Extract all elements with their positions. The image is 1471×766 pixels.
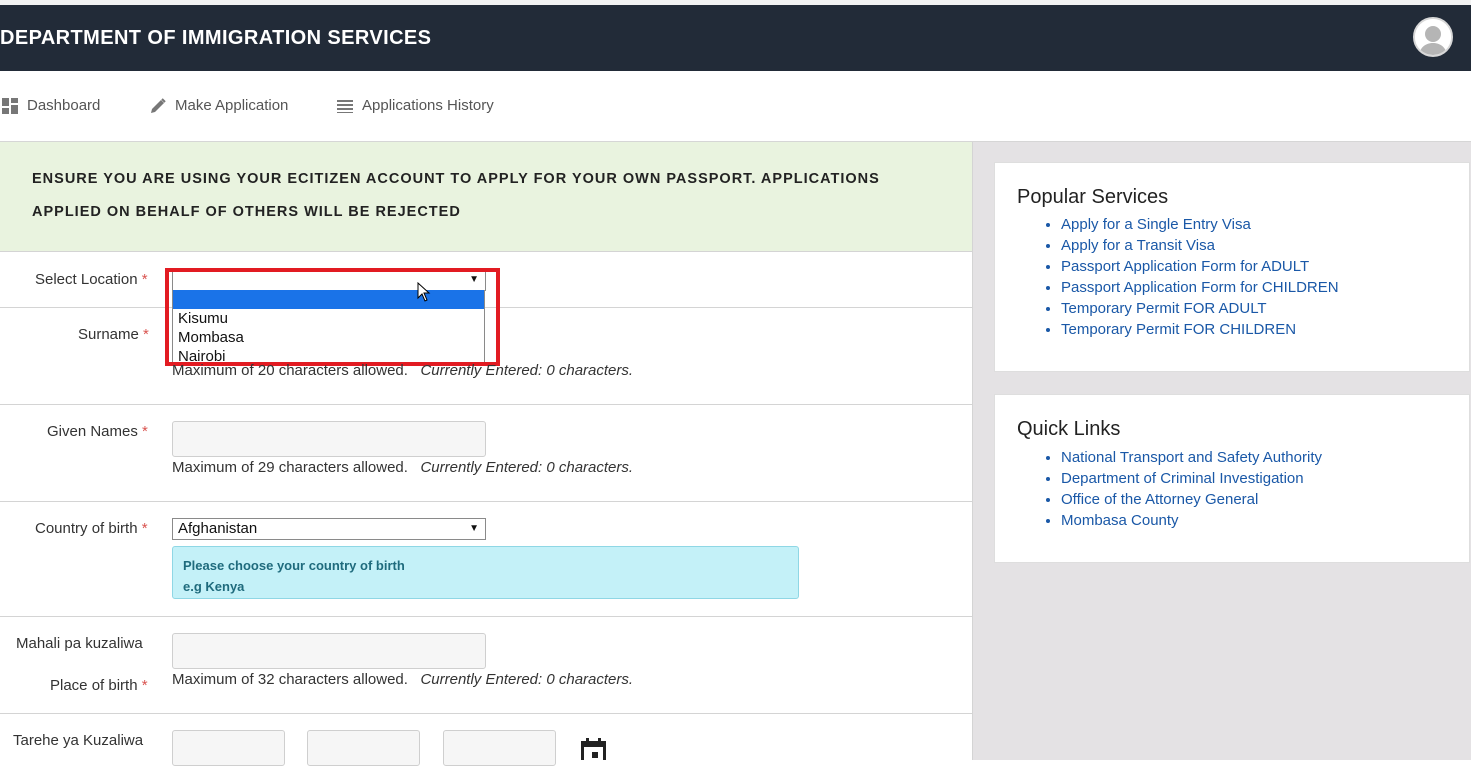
nav-label-dashboard: Dashboard: [27, 97, 101, 114]
notice-line-2: APPLIED ON BEHALF OF OTHERS WILL BE REJE…: [32, 204, 461, 220]
place-of-birth-hint-current-value: 0 characters.: [546, 671, 634, 688]
given-names-label-text: Given Names: [47, 423, 138, 440]
row-divider: [0, 616, 972, 617]
calendar-icon[interactable]: [580, 738, 607, 760]
quick-link-attorney-general[interactable]: Office of the Attorney General: [1061, 491, 1258, 508]
place-of-birth-hint-current-label: Currently Entered:: [420, 671, 543, 688]
place-of-birth-swahili-label: Mahali pa kuzaliwa: [16, 635, 143, 652]
surname-hint-current-label: Currently Entered:: [420, 362, 543, 379]
service-link-passport-children[interactable]: Passport Application Form for CHILDREN: [1061, 279, 1339, 296]
help-text-line-1: Please choose your country of birth: [183, 558, 405, 573]
service-link-single-entry-visa[interactable]: Apply for a Single Entry Visa: [1061, 216, 1251, 233]
popular-services-panel: Popular Services Apply for a Single Entr…: [994, 162, 1470, 372]
list-item: Department of Criminal Investigation: [1061, 468, 1322, 489]
main-navigation: Dashboard Make Application Applications …: [0, 71, 1471, 142]
surname-hint-max: Maximum of 20 characters allowed.: [172, 362, 408, 379]
list-item: Temporary Permit FOR CHILDREN: [1061, 319, 1339, 340]
quick-links-panel: Quick Links National Transport and Safet…: [994, 394, 1470, 563]
highlight-annotation-box: [165, 268, 500, 366]
list-item: National Transport and Safety Authority: [1061, 447, 1322, 468]
country-of-birth-value: Afghanistan: [178, 520, 258, 537]
given-names-hint-current-value: 0 characters.: [546, 459, 634, 476]
list-item: Apply for a Single Entry Visa: [1061, 214, 1339, 235]
dropdown-arrow-icon: ▼: [469, 523, 479, 534]
dashboard-icon: [2, 97, 18, 114]
quick-link-dci[interactable]: Department of Criminal Investigation: [1061, 470, 1304, 487]
place-of-birth-hint: Maximum of 32 characters allowed. Curren…: [172, 671, 633, 688]
list-item: Mombasa County: [1061, 510, 1322, 531]
required-mark: *: [143, 326, 149, 343]
required-mark: *: [141, 677, 148, 694]
nav-label-applications-history: Applications History: [362, 97, 494, 114]
notice-line-1: ENSURE YOU ARE USING YOUR ECITIZEN ACCOU…: [32, 171, 880, 187]
list-item: Office of the Attorney General: [1061, 489, 1322, 510]
top-header-bar: DEPARTMENT OF IMMIGRATION SERVICES: [0, 0, 1471, 71]
app-title: DEPARTMENT OF IMMIGRATION SERVICES: [0, 27, 432, 49]
row-divider: [0, 404, 972, 405]
help-text-line-2: e.g Kenya: [183, 579, 245, 594]
row-divider: [0, 501, 972, 502]
nav-item-applications-history[interactable]: Applications History: [337, 97, 494, 114]
user-avatar[interactable]: [1413, 17, 1453, 57]
mouse-cursor-icon: [417, 282, 431, 302]
quick-links-title: Quick Links: [1017, 418, 1121, 440]
list-icon: [337, 99, 353, 113]
service-link-temporary-permit-children[interactable]: Temporary Permit FOR CHILDREN: [1061, 321, 1296, 338]
birth-day-input[interactable]: [172, 730, 285, 766]
nav-item-make-application[interactable]: Make Application: [150, 97, 288, 114]
select-location-label: Select Location *: [35, 271, 148, 288]
nav-label-make-application: Make Application: [175, 97, 289, 114]
application-form-area: ENSURE YOU ARE USING YOUR ECITIZEN ACCOU…: [0, 142, 973, 760]
header-top-edge: [0, 0, 1471, 5]
required-mark: *: [141, 271, 148, 288]
required-mark: *: [141, 520, 148, 537]
given-names-hint: Maximum of 29 characters allowed. Curren…: [172, 459, 633, 476]
given-names-hint-current-label: Currently Entered:: [420, 459, 543, 476]
select-location-label-text: Select Location: [35, 271, 138, 288]
service-link-passport-adult[interactable]: Passport Application Form for ADULT: [1061, 258, 1309, 275]
service-link-transit-visa[interactable]: Apply for a Transit Visa: [1061, 237, 1215, 254]
ecitizen-notice-banner: ENSURE YOU ARE USING YOUR ECITIZEN ACCOU…: [0, 142, 972, 252]
popular-services-title: Popular Services: [1017, 186, 1169, 208]
user-silhouette-icon: [1415, 19, 1451, 55]
row-divider: [0, 713, 972, 714]
surname-hint-current-value: 0 characters.: [546, 362, 634, 379]
list-item: Temporary Permit FOR ADULT: [1061, 298, 1339, 319]
notice-text: ENSURE YOU ARE USING YOUR ECITIZEN ACCOU…: [32, 163, 912, 229]
list-item: Passport Application Form for ADULT: [1061, 256, 1339, 277]
list-item: Passport Application Form for CHILDREN: [1061, 277, 1339, 298]
given-names-hint-max: Maximum of 29 characters allowed.: [172, 459, 408, 476]
quick-link-mombasa-county[interactable]: Mombasa County: [1061, 512, 1179, 529]
surname-label-text: Surname: [78, 326, 139, 343]
place-of-birth-hint-max: Maximum of 32 characters allowed.: [172, 671, 408, 688]
country-of-birth-label: Country of birth *: [35, 520, 148, 537]
country-of-birth-select[interactable]: Afghanistan ▼: [172, 518, 486, 540]
quick-links-list: National Transport and Safety Authority …: [1061, 447, 1322, 531]
required-mark: *: [142, 423, 148, 440]
given-names-label: Given Names *: [47, 423, 148, 440]
service-link-temporary-permit-adult[interactable]: Temporary Permit FOR ADULT: [1061, 300, 1267, 317]
nav-item-dashboard[interactable]: Dashboard: [2, 97, 100, 114]
surname-hint: Maximum of 20 characters allowed. Curren…: [172, 362, 633, 379]
birth-year-input[interactable]: [443, 730, 556, 766]
place-of-birth-input[interactable]: [172, 633, 486, 669]
date-of-birth-swahili-label: Tarehe ya Kuzaliwa: [13, 732, 144, 749]
place-of-birth-label: Place of birth *: [50, 677, 148, 694]
quick-link-ntsa[interactable]: National Transport and Safety Authority: [1061, 449, 1322, 466]
country-of-birth-help-box: Please choose your country of birth e.g …: [172, 546, 799, 599]
birth-month-input[interactable]: [307, 730, 420, 766]
pencil-icon: [151, 97, 166, 113]
list-item: Apply for a Transit Visa: [1061, 235, 1339, 256]
surname-label: Surname *: [78, 326, 149, 343]
given-names-input[interactable]: [172, 421, 486, 457]
popular-services-list: Apply for a Single Entry Visa Apply for …: [1061, 214, 1339, 340]
place-of-birth-label-text: Place of birth: [50, 677, 138, 694]
country-of-birth-label-text: Country of birth: [35, 520, 138, 537]
